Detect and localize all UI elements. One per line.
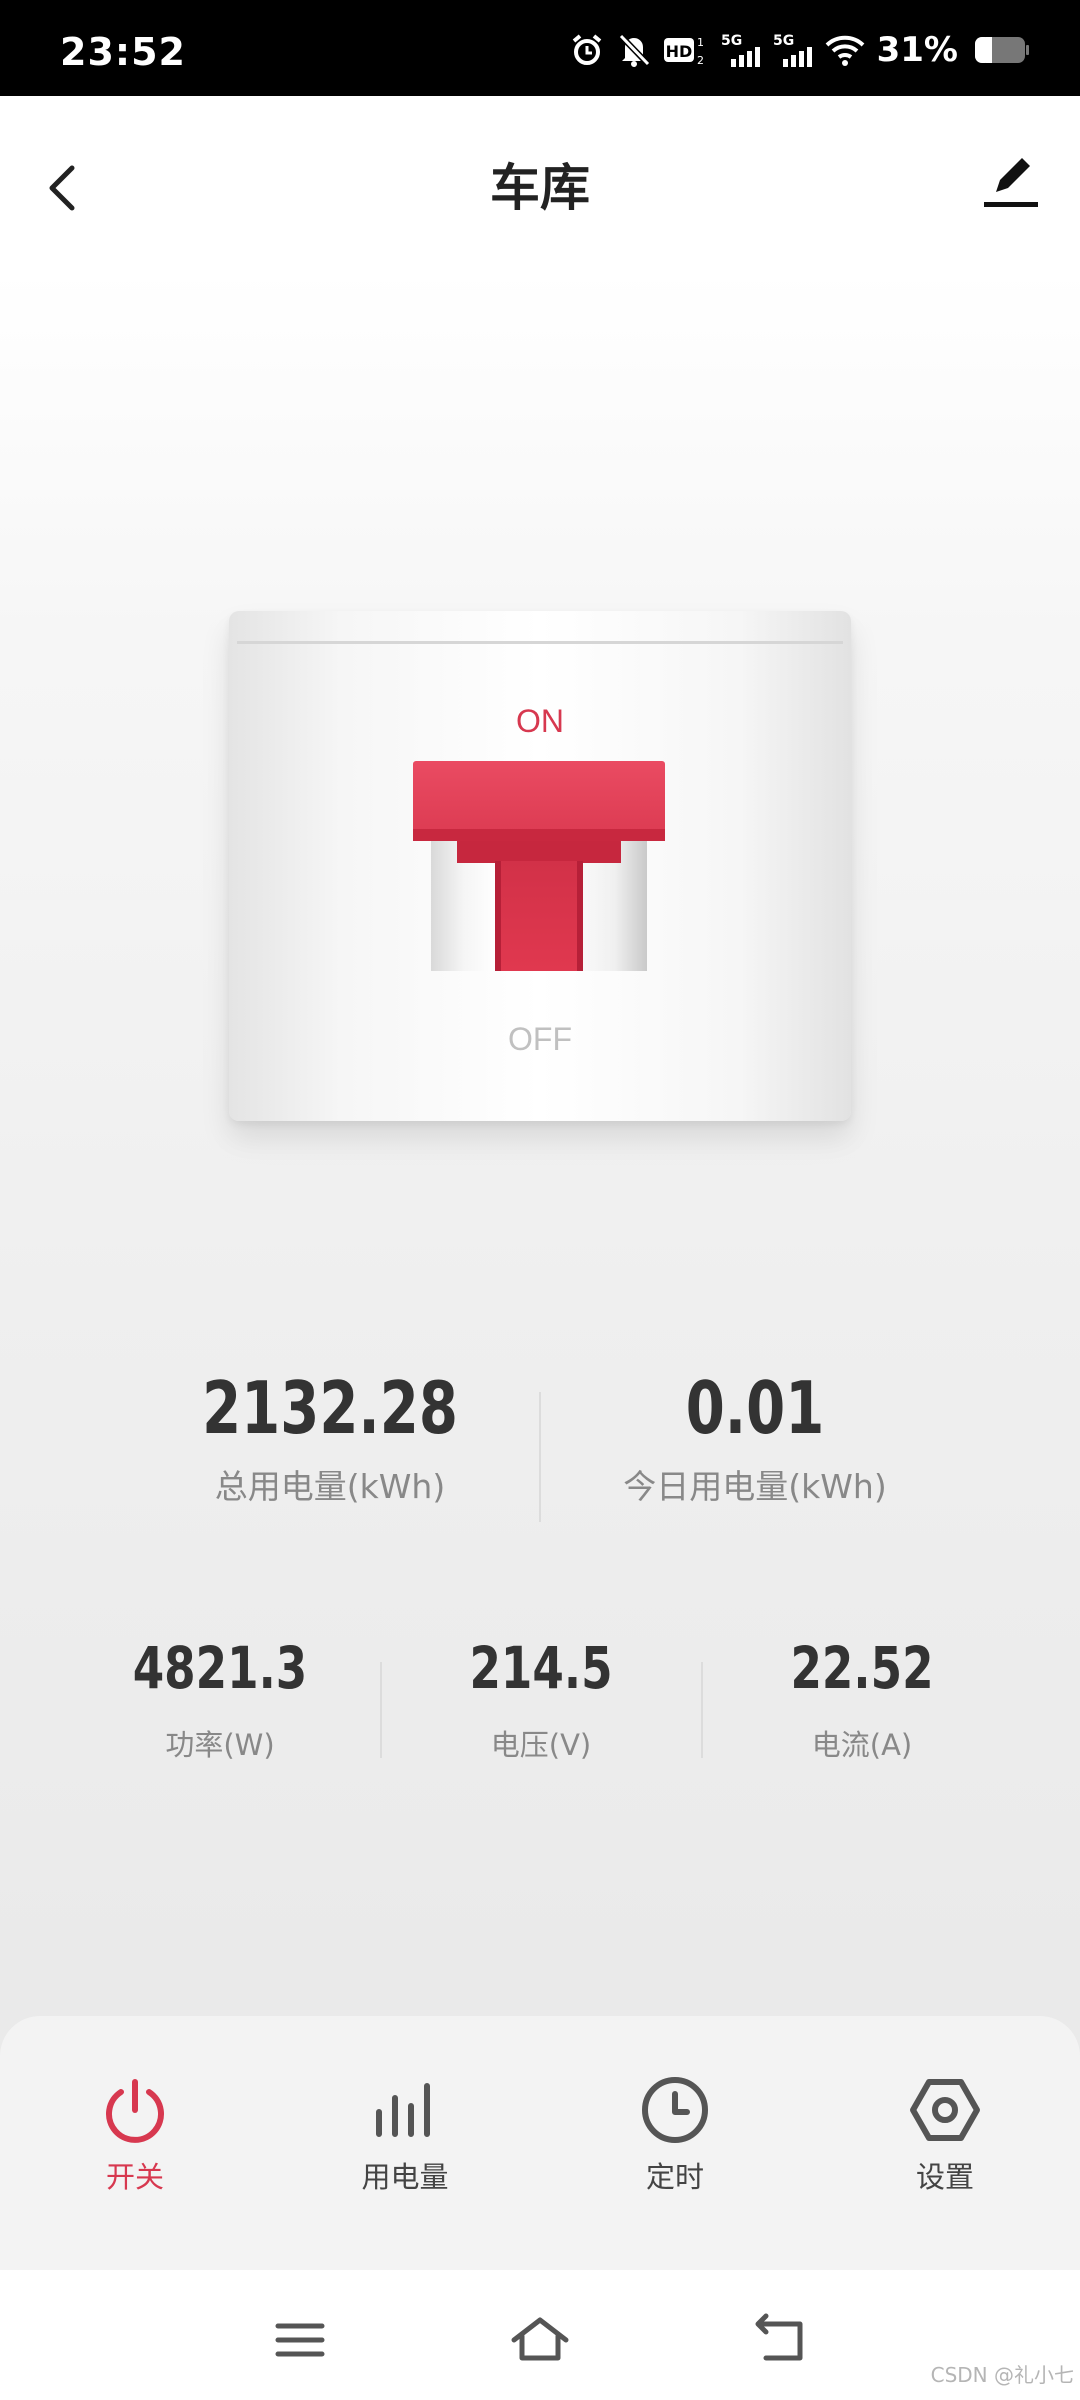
svg-text:1: 1 — [697, 36, 704, 49]
hd-voice-icon: HD 1 2 — [663, 32, 709, 68]
clock-icon — [642, 2077, 708, 2143]
today-energy-label: 今日用电量(kWh) — [623, 1467, 887, 1506]
tab-timer[interactable]: 定时 — [585, 2074, 765, 2196]
header: 车库 — [0, 96, 1080, 264]
total-energy-label: 总用电量(kWh) — [214, 1467, 446, 1506]
toggle-neck — [457, 841, 621, 863]
battery-icon — [974, 35, 1030, 65]
menu-icon — [275, 2323, 325, 2357]
tab-switch-label: 开关 — [105, 2160, 164, 2194]
off-label: OFF — [508, 1021, 572, 1057]
toggle-lever[interactable] — [413, 761, 665, 841]
power-label: 功率(W) — [165, 1728, 275, 1762]
back-icon — [755, 2313, 803, 2361]
current-stat: 22.52 电流(A) — [702, 1634, 1022, 1764]
switch-card[interactable]: ON OFF — [229, 611, 851, 1121]
on-label: ON — [516, 703, 564, 739]
alarm-icon — [569, 32, 605, 68]
card-divider — [237, 641, 843, 644]
battery-percent: 31% — [876, 30, 958, 70]
bar-chart-icon — [376, 2083, 430, 2137]
tab-energy-label: 用电量 — [361, 2160, 449, 2194]
tab-settings[interactable]: 设置 — [855, 2074, 1035, 2196]
voltage-stat: 214.5 电压(V) — [381, 1634, 701, 1764]
network-label-2: 5G — [773, 33, 794, 49]
signal-5g-icon: 5G — [721, 31, 761, 69]
watermark: CSDN @礼小七 — [930, 2363, 1074, 2387]
signal-5g-icon: 5G — [773, 31, 813, 69]
app-screen: 车库 ON OFF 2132.28 总用电量(kWh) 0.01 今日用电量(k… — [0, 96, 1080, 2270]
system-nav-bar: CSDN @礼小七 — [0, 2270, 1080, 2400]
bottom-tab-bar: 开关 用电量 定时 设置 — [0, 2016, 1080, 2270]
edit-pencil-icon — [984, 158, 1038, 207]
tab-energy[interactable]: 用电量 — [315, 2074, 495, 2196]
menu-button[interactable] — [270, 2310, 330, 2370]
toggle-handle[interactable] — [495, 861, 583, 971]
status-icons: HD 1 2 5G 5G 31% — [569, 28, 1030, 72]
today-energy-value: 0.01 — [685, 1366, 825, 1450]
hd-label: HD — [665, 42, 692, 61]
stat-divider — [539, 1392, 541, 1522]
home-icon — [511, 2317, 569, 2361]
current-label: 电流(A) — [811, 1728, 913, 1762]
nav-back-button[interactable] — [750, 2310, 810, 2370]
page-title: 车库 — [490, 159, 590, 217]
mute-icon — [617, 32, 651, 68]
status-time: 23:52 — [60, 30, 186, 74]
voltage-label: 电压(V) — [490, 1728, 592, 1762]
home-button[interactable] — [510, 2310, 570, 2370]
wifi-icon — [825, 33, 865, 67]
total-energy-stat: 2132.28 总用电量(kWh) — [120, 1366, 540, 1508]
tab-switch[interactable]: 开关 — [45, 2074, 225, 2196]
today-energy-stat: 0.01 今日用电量(kWh) — [545, 1366, 965, 1508]
current-value: 22.52 — [790, 1634, 934, 1702]
hexagon-settings-icon — [910, 2079, 980, 2141]
power-value: 4821.3 — [132, 1634, 308, 1702]
total-energy-value: 2132.28 — [202, 1366, 458, 1450]
status-bar: 23:52 HD 1 2 5G 5G 31% — [0, 0, 1080, 96]
tab-settings-label: 设置 — [915, 2160, 974, 2194]
power-stat: 4821.3 功率(W) — [60, 1634, 380, 1764]
tab-timer-label: 定时 — [645, 2160, 704, 2194]
edit-button[interactable] — [976, 146, 1046, 216]
network-label-1: 5G — [721, 33, 742, 49]
svg-text:2: 2 — [697, 54, 704, 67]
voltage-value: 214.5 — [469, 1634, 613, 1702]
power-icon — [106, 2079, 164, 2143]
